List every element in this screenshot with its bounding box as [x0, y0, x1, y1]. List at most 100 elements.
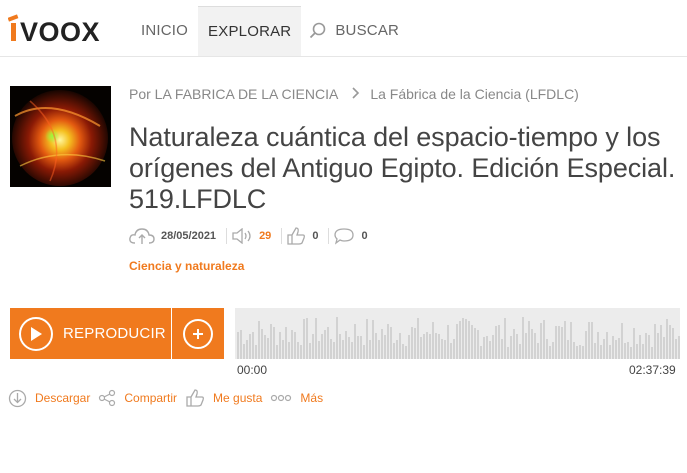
like-action[interactable]: Me gusta	[185, 389, 262, 407]
play-icon	[19, 316, 53, 351]
share-action[interactable]: Compartir	[98, 389, 177, 407]
nav-search[interactable]: BUSCAR	[301, 6, 409, 56]
waveform-bar	[468, 321, 470, 359]
waveform-bar	[486, 336, 488, 359]
waveform-bar	[585, 331, 587, 359]
waveform-bar	[318, 341, 320, 359]
download-label: Descargar	[35, 391, 91, 405]
waveform-bar	[504, 318, 506, 359]
divider	[226, 228, 228, 244]
waveform-bar	[276, 345, 278, 359]
waveform-bar	[324, 330, 326, 359]
comment-count: 0	[361, 230, 368, 242]
waveform-bar	[591, 322, 593, 359]
waveform-bar	[444, 340, 446, 359]
speaker-icon	[232, 228, 251, 244]
waveform-bar	[651, 347, 653, 359]
thumbs-up-icon	[186, 389, 205, 407]
podcast-cover-image[interactable]	[10, 86, 111, 187]
waveform-bar	[411, 327, 413, 359]
waveform-bar	[621, 323, 623, 359]
waveform-bar	[432, 322, 434, 359]
share-icon	[99, 389, 116, 407]
like-label: Me gusta	[213, 391, 263, 405]
nav-inicio[interactable]: INICIO	[131, 6, 198, 56]
share-label: Compartir	[124, 391, 178, 405]
episode-title: Naturaleza cuántica del espacio-tiempo y…	[129, 122, 676, 214]
waveform-bar	[306, 318, 308, 359]
svg-text:VOOX: VOOX	[20, 17, 100, 44]
waveform-bar	[639, 335, 641, 359]
cloud-upload-icon	[129, 228, 155, 244]
waveform-bar	[408, 335, 410, 359]
waveform-bar	[492, 335, 494, 359]
waveform-bar	[372, 320, 374, 359]
waveform-bar	[660, 325, 662, 359]
thumbs-up-icon[interactable]	[286, 227, 306, 245]
audio-waveform[interactable]	[235, 308, 680, 359]
search-icon	[310, 22, 326, 39]
breadcrumb: Por LA FABRICA DE LA CIENCIA La Fábrica …	[129, 86, 579, 102]
waveform-bar	[606, 332, 608, 359]
waveform-bar	[519, 344, 521, 359]
waveform-bar	[612, 336, 614, 359]
download-action[interactable]: Descargar	[8, 389, 90, 408]
waveform-bar	[384, 335, 386, 359]
waveform-bar	[474, 328, 476, 359]
waveform-bar	[636, 344, 638, 359]
waveform-bar	[285, 327, 287, 359]
waveform-bar	[390, 327, 392, 359]
waveform-bar	[501, 339, 503, 359]
waveform-bar	[573, 342, 575, 359]
waveform-bar	[582, 346, 584, 359]
current-time: 00:00	[237, 363, 268, 377]
waveform-bar	[288, 342, 290, 359]
waveform-bar	[609, 345, 611, 359]
more-action[interactable]: Más	[270, 391, 323, 405]
waveform-bar	[618, 338, 620, 359]
waveform-bar	[396, 340, 398, 359]
waveform-bar	[381, 329, 383, 359]
episode-meta: 28/05/2021 29 0 0	[129, 226, 374, 246]
waveform-bar	[435, 333, 437, 359]
waveform-bar	[525, 333, 527, 359]
waveform-bar	[657, 333, 659, 359]
waveform-bar	[279, 332, 281, 359]
waveform-bar	[549, 346, 551, 359]
nav-explorar[interactable]: EXPLORAR	[198, 6, 302, 56]
like-count: 0	[312, 230, 319, 242]
waveform-bar	[369, 340, 371, 359]
waveform-bar	[255, 345, 257, 359]
duration: 02:37:39	[629, 363, 676, 377]
waveform-bar	[354, 324, 356, 359]
ivoox-logo[interactable]: VOOX	[8, 14, 118, 44]
category-link[interactable]: Ciencia y naturaleza	[129, 259, 244, 273]
waveform-bar	[303, 319, 305, 359]
waveform-bar	[489, 341, 491, 359]
author-link[interactable]: Por LA FABRICA DE LA CIENCIA	[129, 86, 338, 102]
waveform-bar	[456, 324, 458, 359]
chevron-right-icon	[352, 86, 360, 102]
plus-icon	[183, 318, 213, 349]
waveform-bar	[483, 337, 485, 359]
waveform-bar	[459, 321, 461, 359]
waveform-bar	[405, 346, 407, 359]
waveform-bar	[495, 326, 497, 359]
waveform-bar	[528, 321, 530, 359]
publish-date: 28/05/2021	[161, 230, 217, 242]
waveform-bar	[672, 328, 674, 359]
waveform-bar	[588, 322, 590, 359]
play-button-label: REPRODUCIR	[63, 325, 166, 342]
program-link[interactable]: La Fábrica de la Ciencia (LFDLC)	[370, 86, 579, 102]
waveform-bar	[399, 333, 401, 359]
add-to-playlist-button[interactable]	[172, 308, 224, 359]
divider	[281, 228, 283, 244]
waveform-bar	[666, 319, 668, 359]
waveform-bar	[576, 346, 578, 359]
play-button[interactable]: REPRODUCIR	[10, 308, 171, 359]
waveform-bar	[240, 330, 242, 359]
download-icon	[8, 389, 27, 407]
waveform-bar	[615, 340, 617, 359]
waveform-bar	[258, 321, 260, 359]
comment-icon[interactable]	[333, 227, 355, 245]
